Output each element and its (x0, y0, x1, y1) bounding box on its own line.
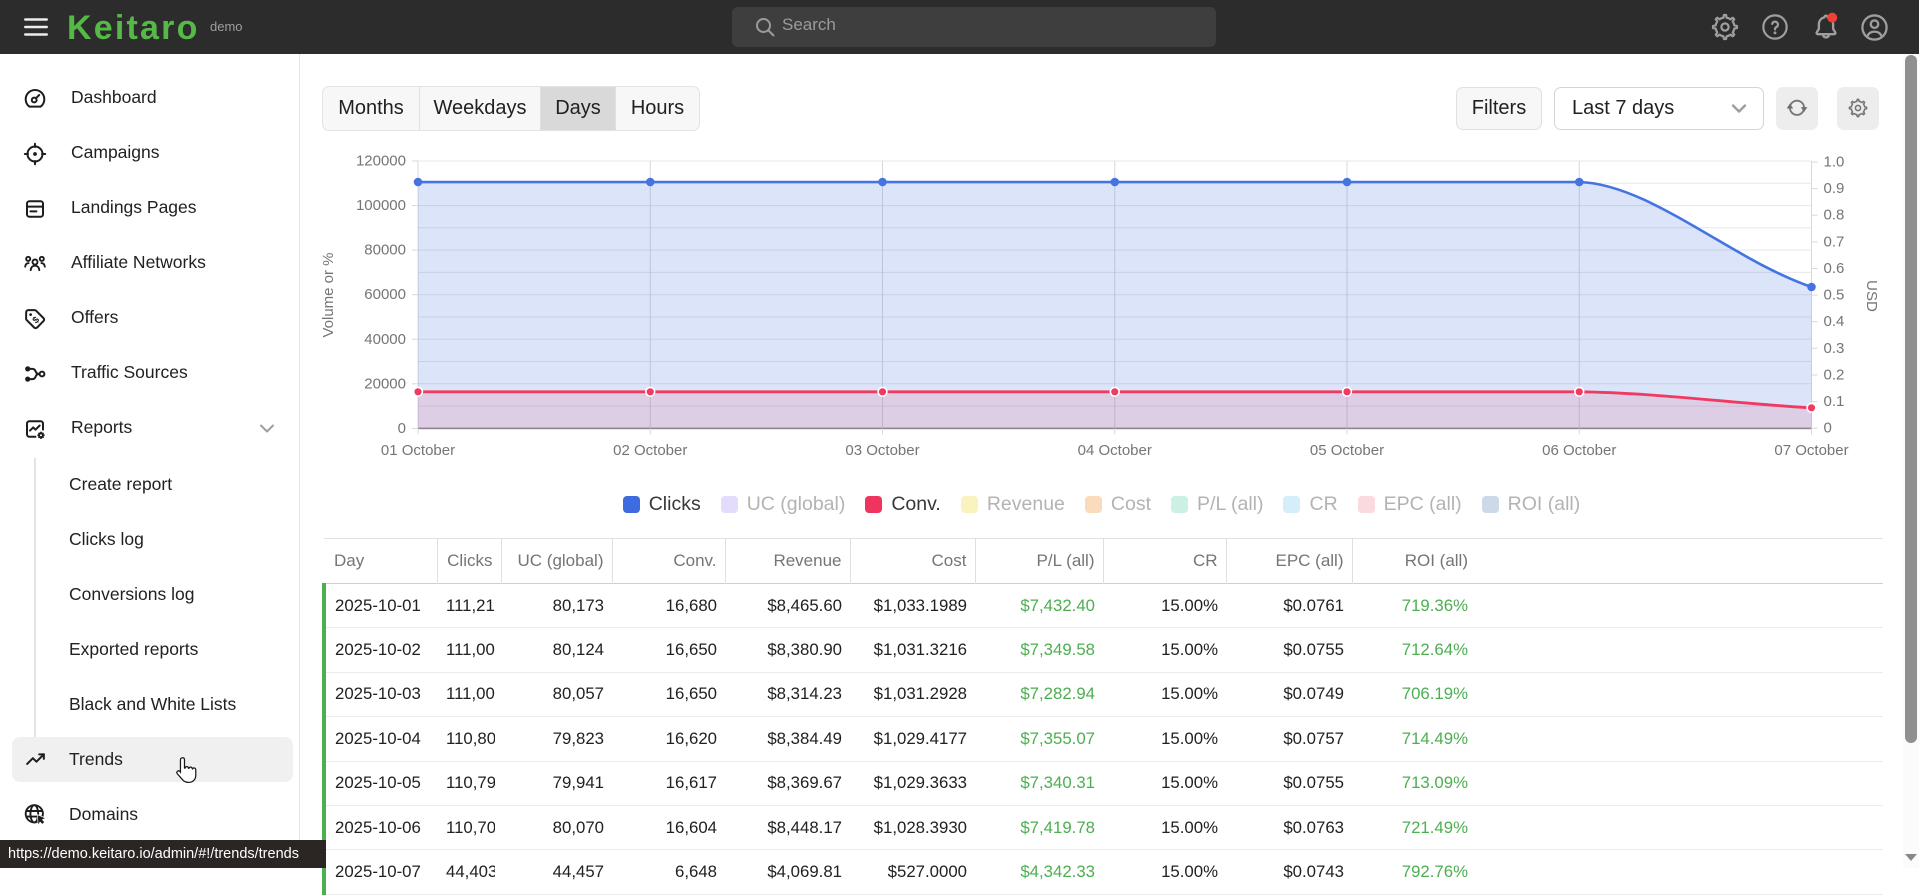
svg-text:02 October: 02 October (613, 442, 687, 459)
svg-text:01 October: 01 October (381, 442, 455, 459)
svg-text:USD: USD (1863, 280, 1880, 312)
svg-text:40000: 40000 (364, 331, 406, 348)
svg-text:03 October: 03 October (845, 442, 919, 459)
svg-text:120000: 120000 (356, 153, 406, 170)
svg-text:20000: 20000 (364, 375, 406, 392)
svg-text:0.7: 0.7 (1824, 233, 1845, 250)
svg-text:0.3: 0.3 (1824, 340, 1845, 357)
svg-text:0.4: 0.4 (1824, 313, 1845, 330)
svg-text:0.1: 0.1 (1824, 393, 1845, 410)
svg-text:0.5: 0.5 (1824, 287, 1845, 304)
svg-text:0.6: 0.6 (1824, 260, 1845, 277)
svg-text:80000: 80000 (364, 242, 406, 259)
svg-text:0.8: 0.8 (1824, 207, 1845, 224)
svg-text:Volume or %: Volume or % (320, 252, 337, 337)
svg-text:0: 0 (1824, 420, 1832, 437)
svg-text:04 October: 04 October (1078, 442, 1152, 459)
svg-text:0.2: 0.2 (1824, 367, 1845, 384)
svg-text:1.0: 1.0 (1824, 154, 1845, 171)
svg-text:60000: 60000 (364, 286, 406, 303)
svg-text:07 October: 07 October (1774, 442, 1848, 459)
svg-text:0: 0 (398, 420, 406, 437)
svg-text:100000: 100000 (356, 197, 406, 214)
svg-text:06 October: 06 October (1542, 442, 1616, 459)
svg-text:05 October: 05 October (1310, 442, 1384, 459)
svg-text:0.9: 0.9 (1824, 180, 1845, 197)
